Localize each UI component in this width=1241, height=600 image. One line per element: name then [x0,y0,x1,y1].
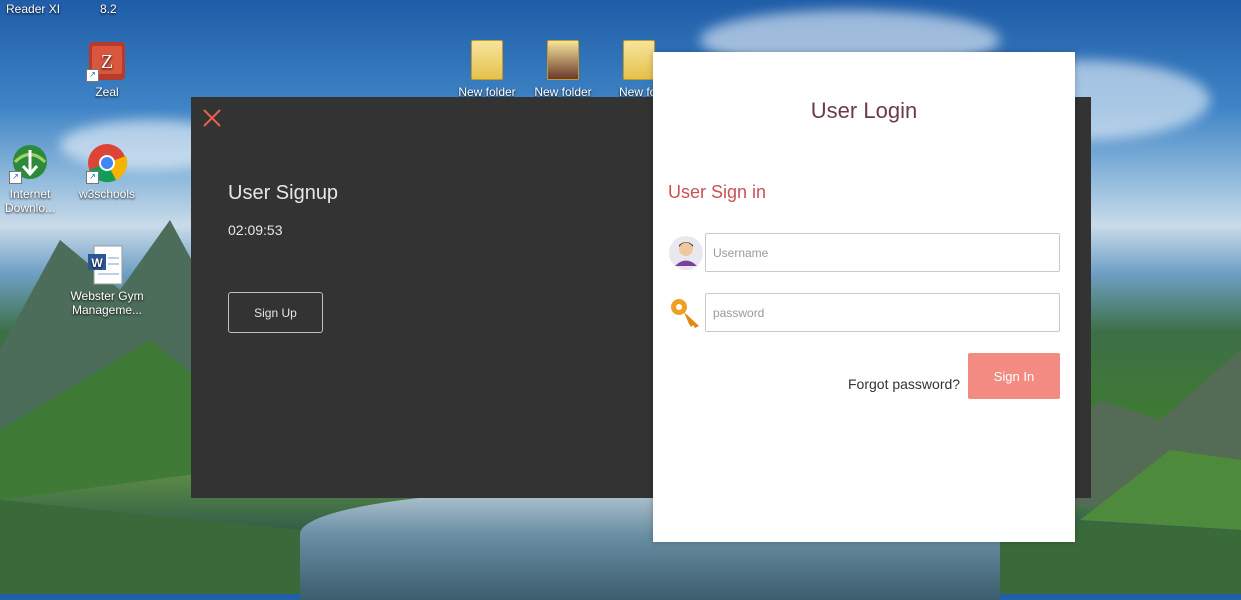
signup-time: 02:09:53 [228,222,283,238]
close-icon[interactable] [201,107,223,129]
folder-icon [542,40,584,82]
sign-in-button[interactable]: Sign In [968,353,1060,399]
username-row [668,233,1060,273]
desktop-icon-webster-gym[interactable]: W Webster Gym Manageme... [69,244,145,317]
desktop-icon-internet-download-manager[interactable]: ↗ Internet Downlo... [0,142,68,215]
word-document-icon: W [86,244,128,286]
key-icon [668,295,704,331]
login-title: User Login [810,98,918,123]
desktop-top-label: Reader XI [6,2,61,16]
svg-text:W: W [91,256,103,270]
chrome-icon: ↗ [86,142,128,184]
desktop-icon-label: w3schools [78,187,136,201]
desktop-icon-label: Webster Gym Manageme... [70,289,144,317]
zeal-icon: Z ↗ [86,40,128,82]
forgot-password-link[interactable]: Forgot password? [848,376,960,392]
user-avatar-icon [668,235,704,271]
desktop-icon-label: Internet Downlo... [4,187,56,215]
desktop-icon-w3schools[interactable]: ↗ w3schools [69,142,145,201]
desktop-icon-label: Zeal [95,85,119,99]
username-input[interactable] [705,233,1060,272]
login-card: User Login User Sign in Forgot password?… [653,52,1075,542]
folder-icon [466,40,508,82]
desktop-icon-zeal[interactable]: Z ↗ Zeal [69,40,145,99]
password-input[interactable] [705,293,1060,332]
signup-title: User Signup [228,182,339,204]
svg-text:Z: Z [101,51,113,73]
password-row [668,293,1060,333]
shortcut-arrow-icon: ↗ [9,171,22,184]
desktop-icon-new-folder[interactable]: New folder [449,40,525,99]
desktop-icon-new-folder[interactable]: New folder [525,40,601,99]
shortcut-arrow-icon: ↗ [86,171,99,184]
sign-up-button[interactable]: Sign Up [228,292,323,333]
desktop-top-label: 8.2 [100,2,117,16]
shortcut-arrow-icon: ↗ [86,69,99,82]
signin-subtitle: User Sign in [668,182,767,202]
globe-download-icon: ↗ [9,142,51,184]
